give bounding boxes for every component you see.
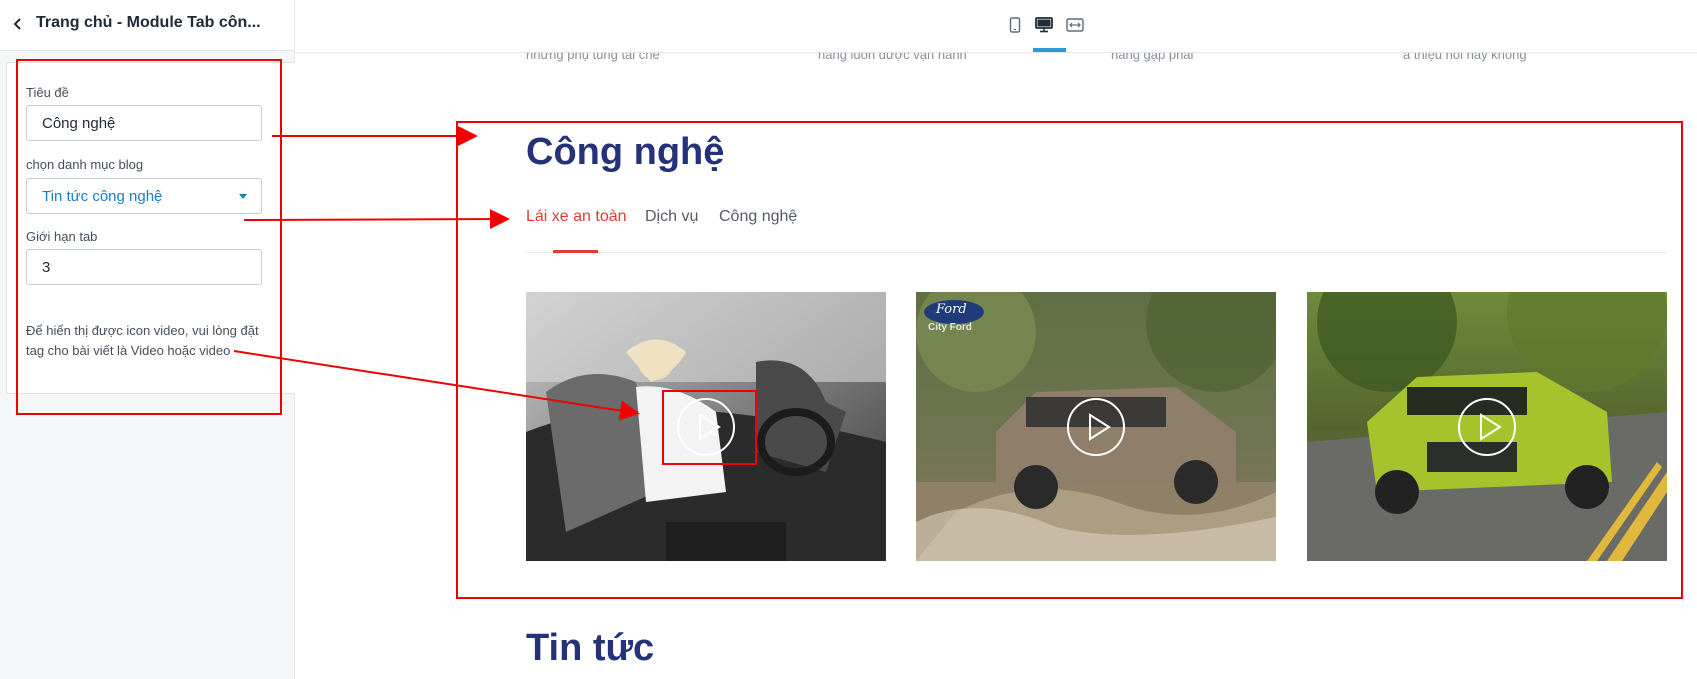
back-button[interactable]	[6, 12, 30, 36]
title-input[interactable]	[26, 105, 262, 141]
prev-section-text: a thiệu nói này không	[1403, 53, 1527, 62]
fullwidth-icon	[1066, 18, 1084, 32]
video-card[interactable]	[526, 292, 886, 561]
tab-services[interactable]: Dịch vụ	[645, 208, 698, 226]
preview-canvas: những phụ tùng tái chế năng luôn được vậ…	[295, 53, 1697, 679]
tab-safe-driving[interactable]: Lái xe an toàn	[526, 208, 627, 226]
next-section-title: Tin tức	[526, 627, 655, 669]
view-fullwidth-button[interactable]	[1061, 12, 1089, 38]
active-tab-underline	[553, 250, 598, 253]
settings-sidebar: Trang chủ - Module Tab côn... Tiêu đề ch…	[0, 0, 296, 679]
blog-category-select[interactable]: Tin tức công nghệ	[26, 178, 262, 214]
video-card[interactable]: Ford City Ford	[916, 292, 1276, 561]
city-ford-text: City Ford	[928, 322, 972, 333]
module-settings-card: Tiêu đề chọn danh mục blog Tin tức công …	[6, 62, 296, 394]
play-icon	[1067, 398, 1125, 456]
section-title: Công nghệ	[526, 131, 725, 173]
play-icon	[677, 398, 735, 456]
prev-section-text: những phụ tùng tái chế	[526, 53, 660, 62]
limit-field-label: Giới hạn tab	[26, 229, 98, 244]
preview-toolbar	[295, 0, 1697, 53]
blog-category-value: Tin tức công nghệ	[42, 188, 163, 205]
tab-limit-input[interactable]	[26, 249, 262, 285]
chevron-left-icon	[13, 18, 21, 30]
sidebar-title: Trang chủ - Module Tab côn...	[36, 14, 261, 31]
play-icon	[1458, 398, 1516, 456]
tab-bar: Lái xe an toàn Dịch vụ Công nghệ	[526, 208, 1667, 253]
prev-section-text: hàng gặp phải	[1111, 53, 1194, 62]
title-field-label: Tiêu đề	[26, 85, 69, 100]
desktop-icon	[1035, 17, 1053, 33]
mobile-icon	[1009, 17, 1021, 33]
video-card[interactable]	[1307, 292, 1667, 561]
sidebar-header: Trang chủ - Module Tab côn...	[0, 0, 294, 51]
category-field-label: chọn danh mục blog	[26, 157, 144, 172]
active-view-indicator	[1033, 48, 1066, 52]
view-desktop-button[interactable]	[1030, 12, 1058, 38]
caret-down-icon	[239, 194, 247, 199]
view-mobile-button[interactable]	[1001, 12, 1029, 38]
tab-technology[interactable]: Công nghệ	[719, 208, 797, 226]
prev-section-text: năng luôn được vận hành	[818, 53, 967, 62]
video-help-text: Để hiển thị được icon video, vui lòng đặ…	[26, 323, 259, 358]
ford-logo-text: Ford	[936, 302, 967, 317]
